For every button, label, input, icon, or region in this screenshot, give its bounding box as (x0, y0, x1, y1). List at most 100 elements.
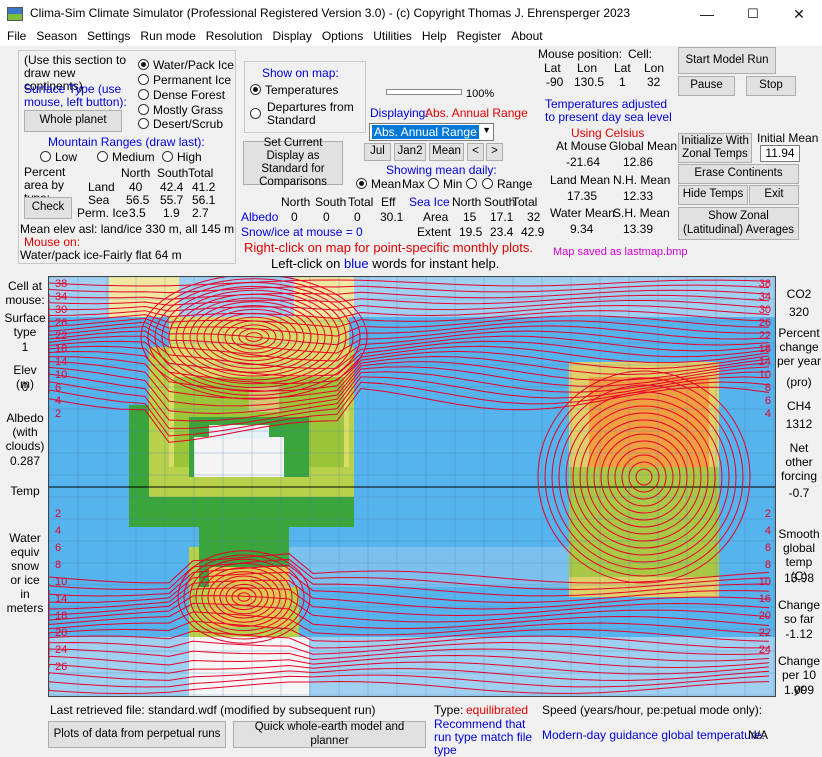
menu-about[interactable]: About (504, 28, 542, 43)
co2-label: CO2 (786, 287, 812, 301)
albedo-label[interactable]: Albedo (241, 210, 278, 224)
si-header-south: South (484, 195, 516, 209)
net-forcing-value: -0.7 (788, 486, 810, 500)
menu-utilities[interactable]: Utilities (366, 28, 412, 43)
contour-right-label: 6 (765, 542, 771, 554)
show-on-map-label[interactable]: Show on map: (262, 66, 339, 80)
change-per-10-value: 1.099 (783, 683, 815, 697)
albedo-value: 0 (291, 210, 298, 224)
radio-icon (138, 59, 149, 70)
note-text: Left-click on (271, 256, 341, 271)
menu-help[interactable]: Help (415, 28, 447, 43)
mean-daily-radio[interactable]: Mean (356, 177, 401, 191)
check-button[interactable]: Check (24, 197, 72, 219)
show-temperatures-radio[interactable]: Temperatures (250, 83, 338, 97)
contour-left-label: 6 (55, 382, 61, 394)
map-canvas[interactable]: 38343026221814106422468101418202426 3834… (49, 277, 776, 697)
snow-ice-at-mouse[interactable]: Snow/ice at mouse = 0 (241, 225, 363, 239)
range-daily-radio[interactable]: Range (482, 177, 532, 191)
menu-season[interactable]: Season (29, 28, 77, 43)
climate-map[interactable]: 38 34 30 26 22 18 14 10 6 4 2 2 4 6 8 10 14 18 20 24 26 38 34… (48, 276, 776, 697)
speed-slider[interactable] (386, 89, 462, 95)
display-combo[interactable]: Abs. Annual Range ▼ (369, 123, 494, 141)
plots-perpetual-button[interactable]: Plots of data from perpetual runs (48, 721, 226, 748)
min-daily-radio[interactable]: Min (443, 177, 481, 191)
exit-button[interactable]: Exit (749, 185, 799, 205)
whole-planet-button[interactable]: Whole planet (24, 110, 122, 132)
hide-temps-button[interactable]: Hide Temps (678, 185, 748, 205)
albedo-value: 0 (323, 210, 330, 224)
pause-button[interactable]: Pause (678, 76, 735, 96)
contour-left-label: 6 (55, 542, 61, 554)
mp-cell-lat-value: 1 (619, 75, 626, 89)
sea-ice-label[interactable]: Sea Ice (409, 195, 450, 209)
prev-button[interactable]: < (467, 143, 484, 161)
menu-run-mode[interactable]: Run mode (133, 28, 195, 43)
pa-cell: 56.5 (126, 193, 150, 207)
quick-model-button[interactable]: Quick whole-earth model and planner (233, 721, 426, 748)
window-title: Clima-Sim Climate Simulator (Professiona… (30, 6, 631, 20)
contour-left-label: 18 (55, 343, 67, 355)
at-mouse-value: -21.64 (566, 155, 601, 169)
contour-left-label: 34 (55, 291, 67, 303)
set-standard-button[interactable]: Set Current Display as Standard for Comp… (243, 137, 343, 188)
show-zonal-button[interactable]: Show Zonal (Latitudinal) Averages (678, 207, 799, 240)
initial-mean-input[interactable]: 11.94 (760, 145, 800, 162)
max-daily-radio[interactable]: Max (402, 177, 443, 191)
jul-button[interactable]: Jul (364, 143, 391, 161)
recommend-note[interactable]: Recommend that run type match file type (434, 718, 538, 757)
combo-value: Abs. Annual Range (372, 125, 479, 139)
mountain-high-radio[interactable]: High (162, 150, 202, 164)
contour-left-label: 22 (55, 330, 67, 342)
radio-icon (138, 118, 149, 129)
note-blue-word: blue (344, 256, 369, 271)
contour-left-label: 20 (55, 627, 67, 639)
last-file-label: Last retrieved file: standard.wdf (modif… (50, 703, 376, 717)
surface-radio-desert[interactable]: Desert/Scrub (138, 117, 223, 131)
mountain-low-radio[interactable]: Low (40, 150, 77, 164)
nh-mean-value: 12.33 (623, 189, 654, 203)
title-bar: Clima-Sim Climate Simulator (Professiona… (0, 0, 822, 28)
surface-type-label[interactable]: Surface Type (use mouse, left button): (24, 83, 136, 109)
menu-register[interactable]: Register (450, 28, 502, 43)
start-model-run-button[interactable]: Start Model Run (678, 47, 776, 74)
mountain-label: Medium (112, 150, 155, 164)
minimize-button[interactable]: — (684, 0, 730, 28)
menu-settings[interactable]: Settings (80, 28, 130, 43)
surface-radio-grass[interactable]: Mostly Grass (138, 103, 223, 117)
radio-icon (465, 178, 477, 189)
maximize-button[interactable]: ☐ (730, 0, 776, 28)
menu-file[interactable]: File (0, 28, 26, 43)
menu-options[interactable]: Options (315, 28, 363, 43)
menu-display[interactable]: Display (265, 28, 311, 43)
surface-radio-forest[interactable]: Dense Forest (138, 88, 225, 102)
show-departures-radio[interactable]: Departures from Standard (250, 101, 360, 127)
init-zonal-button[interactable]: Initialize With Zonal Temps (678, 133, 752, 163)
albedo-header-total: Total (348, 195, 374, 209)
mountain-medium-radio[interactable]: Medium (97, 150, 155, 164)
mean-button[interactable]: Mean (429, 143, 464, 161)
at-mouse-label: At Mouse (556, 139, 607, 153)
si-row-name: Area (423, 210, 449, 224)
pct-change-value: (pro) (786, 375, 812, 389)
global-mean-label: Global Mean (609, 139, 678, 153)
contour-left-label: 2 (55, 408, 61, 420)
erase-continents-button[interactable]: Erase Continents (678, 164, 799, 184)
contour-right-label: 30 (759, 304, 771, 316)
surface-radio-ice[interactable]: Permanent Ice (138, 73, 231, 87)
surface-radio-water[interactable]: Water/Pack Ice (138, 58, 234, 72)
menu-resolution[interactable]: Resolution (199, 28, 263, 43)
temps-adjusted-label[interactable]: Temperatures adjusted to present day sea… (545, 98, 675, 124)
speed-label: Speed (years/hour, pe:petual mode only): (542, 703, 763, 717)
next-button[interactable]: > (486, 143, 503, 161)
showing-mean-label[interactable]: Showing mean daily: (386, 163, 497, 177)
mountain-ranges-label[interactable]: Mountain Ranges (draw last): (48, 135, 205, 149)
option-label: Range (497, 177, 533, 191)
show-option-label: Departures from Standard (267, 100, 354, 127)
guidance-label[interactable]: Modern-day guidance global temperature: (542, 728, 765, 742)
stop-button[interactable]: Stop (746, 76, 796, 96)
close-button[interactable]: ✕ (776, 0, 822, 28)
surface-type-value: 1 (21, 340, 29, 354)
displaying-label[interactable]: Displaying: (370, 106, 429, 120)
jan2-button[interactable]: Jan2 (394, 143, 426, 161)
